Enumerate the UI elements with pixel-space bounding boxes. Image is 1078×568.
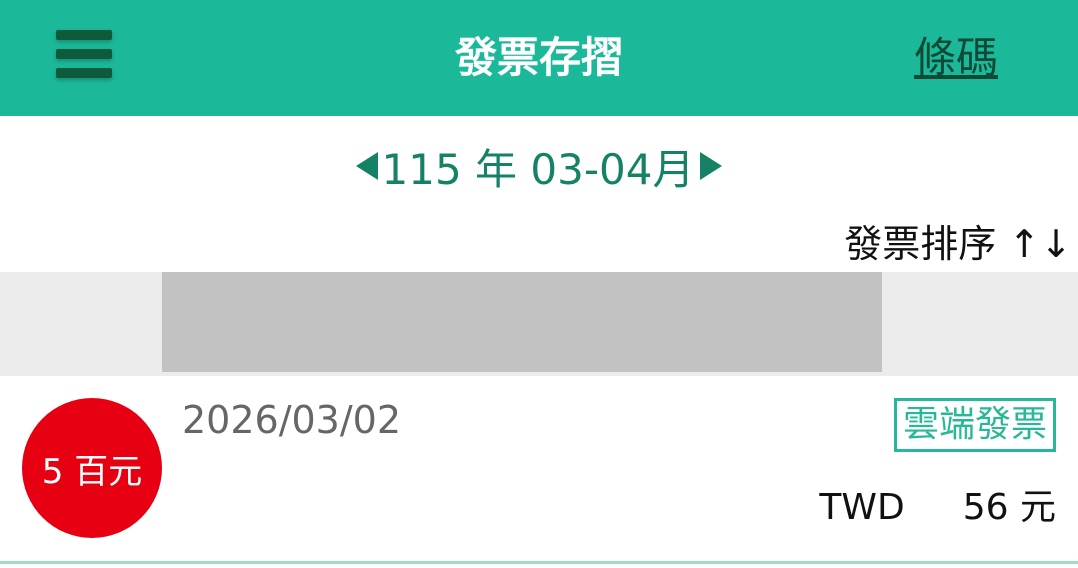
invoice-date: 2026/03/02: [182, 398, 402, 442]
period-label[interactable]: 115 年 03-04月: [382, 136, 695, 197]
ad-banner[interactable]: [162, 272, 882, 372]
menu-button[interactable]: [52, 26, 116, 82]
period-selector: 115 年 03-04月: [0, 138, 1078, 194]
triangle-left-icon[interactable]: [355, 152, 378, 180]
invoice-amount: TWD 56 元: [819, 478, 1056, 530]
sort-button[interactable]: 發票排序 ↑↓: [844, 218, 1072, 270]
divider: [0, 561, 1078, 564]
hamburger-icon: [56, 30, 112, 40]
ad-banner-strip: [0, 272, 1078, 376]
currency-label: TWD: [819, 487, 905, 528]
top-bar: 發票存摺 條碼: [0, 0, 1078, 116]
invoice-item[interactable]: 5 百元 2026/03/02 雲端發票 TWD 56 元: [0, 376, 1078, 562]
amount-badge: 5 百元: [22, 398, 162, 538]
barcode-link[interactable]: 條碼: [914, 30, 998, 86]
hamburger-icon-bar: [56, 49, 112, 59]
amount-value: 56 元: [962, 487, 1056, 528]
triangle-right-icon[interactable]: [700, 152, 723, 180]
cloud-invoice-tag: 雲端發票: [893, 398, 1056, 452]
hamburger-icon-bar: [56, 68, 112, 78]
